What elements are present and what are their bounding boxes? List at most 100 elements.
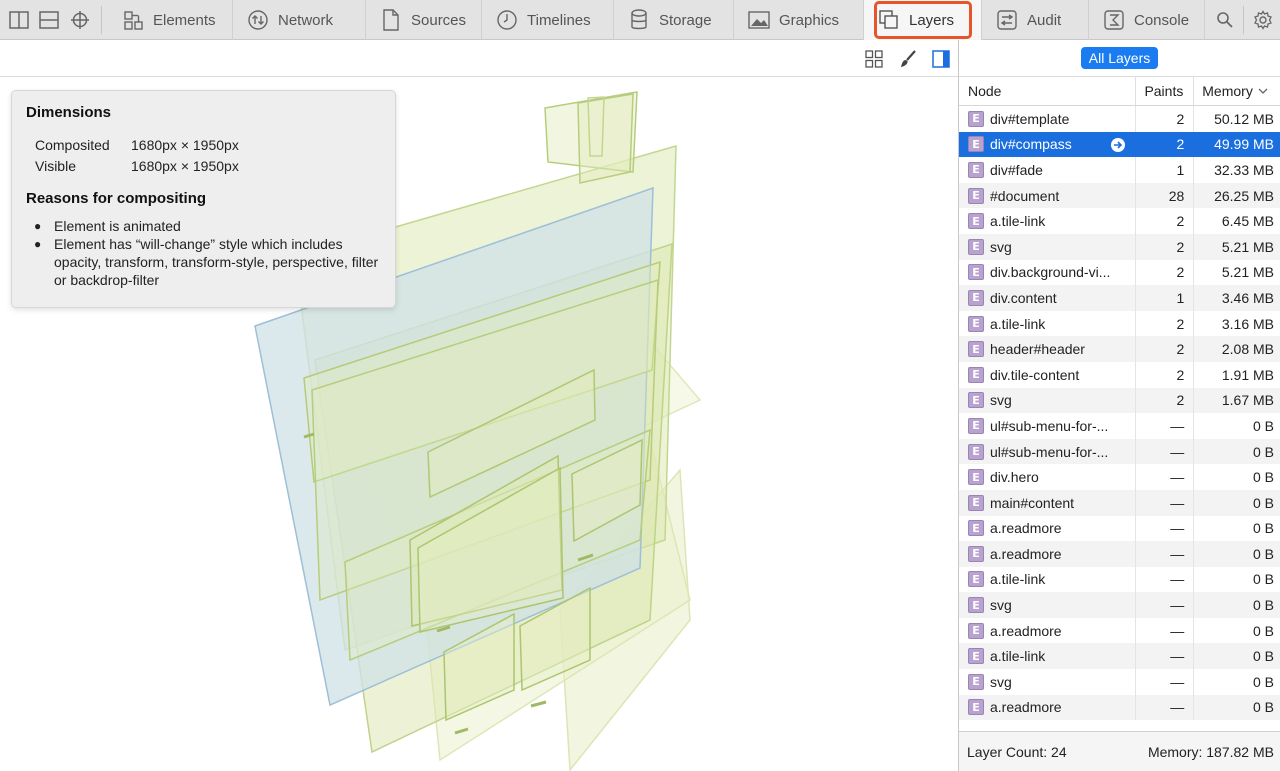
composited-label: Composited (35, 137, 110, 153)
all-layers-button[interactable]: All Layers (1080, 47, 1159, 69)
table-row[interactable]: Esvg 2 5.21 MB (959, 233, 1280, 260)
table-row[interactable]: Ediv.content 1 3.46 MB (959, 285, 1280, 311)
node-name: a.readmore (990, 699, 1062, 716)
paint-brush-icon[interactable] (897, 48, 919, 70)
memory-cell: 26.25 MB (1214, 187, 1275, 204)
memory-cell: 0 B (1253, 520, 1275, 537)
node-name: ul#sub-menu-for-... (990, 443, 1109, 460)
gear-icon[interactable] (1252, 9, 1274, 31)
table-row[interactable]: Ea.readmore —0 B (959, 617, 1280, 644)
node-cell: Eheader#header (959, 336, 1137, 362)
node-name: a.readmore (990, 622, 1062, 639)
graphics-icon (748, 9, 770, 31)
tab-elements[interactable]: Elements (108, 0, 233, 40)
tab-label: Graphics (779, 11, 840, 29)
column-header-paints[interactable]: Paints (1136, 77, 1195, 105)
node-name: a.readmore (990, 520, 1062, 537)
table-row[interactable]: Ea.readmore —0 B (959, 541, 1280, 567)
tab-console[interactable]: Console (1089, 0, 1205, 40)
paints-cell: 2 (1136, 233, 1195, 260)
table-row[interactable]: Ediv#fade 1 32.33 MB (959, 157, 1280, 183)
node-name: div.content (990, 289, 1057, 306)
timelines-icon (496, 9, 518, 31)
chevron-down-icon (1258, 88, 1268, 95)
inspect-crosshair-icon[interactable] (69, 9, 91, 31)
table-row[interactable]: Emain#content —0 B (959, 489, 1280, 516)
node-cell: Eul#sub-menu-for-... (959, 413, 1137, 439)
tab-label: Storage (659, 11, 712, 29)
node-name: div.hero (990, 469, 1039, 486)
reason-text: Element has “will-change” style which in… (54, 236, 379, 288)
table-row[interactable]: Ediv#compass 2 49.99 MB (959, 131, 1280, 158)
node-cell: Esvg (959, 669, 1137, 695)
node-name: #document (990, 187, 1060, 204)
node-name: a.tile-link (990, 571, 1046, 588)
sidebar-toggle-icon[interactable] (930, 48, 952, 70)
tab-label: Layers (909, 11, 955, 29)
reason-item: ● Element is animated (26, 217, 381, 235)
table-row[interactable]: Ea.tile-link —0 B (959, 643, 1280, 670)
table-row[interactable]: Ea.tile-link 2 6.45 MB (959, 208, 1280, 234)
node-name: div#compass (990, 136, 1072, 153)
tab-sources[interactable]: Sources (366, 0, 482, 40)
table-row[interactable]: Ea.readmore —0 B (959, 515, 1280, 542)
memory-cell: 0 B (1253, 469, 1275, 486)
tab-layers[interactable]: Layers (864, 0, 982, 40)
table-row[interactable]: Ediv.tile-content 2 1.91 MB (959, 361, 1280, 388)
table-row[interactable]: Eul#sub-menu-for-... —0 B (959, 438, 1280, 465)
elements-icon (122, 9, 144, 31)
tab-network[interactable]: Network (233, 0, 366, 40)
memory-cell: 0 B (1253, 622, 1275, 639)
table-row[interactable]: E #document 28 26.25 MB (959, 182, 1280, 209)
element-icon: E (968, 417, 984, 434)
node-name: svg (990, 597, 1012, 614)
tab-label: Timelines (527, 11, 591, 29)
element-icon: E (968, 110, 984, 127)
table-row[interactable]: Ediv.background-vi... 2 5.21 MB (959, 259, 1280, 286)
node-name: div#fade (990, 161, 1043, 178)
table-row[interactable]: Esvg —0 B (959, 592, 1280, 618)
table-row[interactable]: Ediv.hero —0 B (959, 464, 1280, 490)
node-name: div#template (990, 110, 1070, 127)
element-icon: E (968, 597, 984, 614)
table-row[interactable]: Ediv#template 2 50.12 MB (959, 106, 1280, 132)
dock-bottom-icon[interactable] (38, 9, 60, 31)
memory-cell: 0 B (1253, 417, 1275, 434)
column-header-node[interactable]: Node (959, 77, 1137, 105)
tab-bar: Elements Network Sources Timelines Stora… (0, 0, 1280, 40)
memory-cell: 0 B (1253, 494, 1275, 511)
grid-view-icon[interactable] (863, 48, 885, 70)
layers-footer: Layer Count: 24 Memory: 187.82 MB (959, 731, 1280, 771)
node-name: main#content (990, 494, 1075, 511)
memory-cell: 3.16 MB (1221, 315, 1275, 332)
table-row[interactable]: Eheader#header 2 2.08 MB (959, 336, 1280, 362)
go-to-arrow-icon[interactable] (1111, 137, 1126, 152)
table-header: Node Paints Memory (959, 77, 1280, 106)
node-cell: Emain#content (959, 489, 1137, 516)
tab-audit[interactable]: Audit (982, 0, 1089, 40)
column-header-memory[interactable]: Memory (1194, 77, 1280, 105)
table-row[interactable]: Ea.tile-link 2 3.16 MB (959, 310, 1280, 337)
search-icon[interactable] (1214, 9, 1236, 31)
layers-icon (878, 9, 900, 31)
memory-cell: 50.12 MB (1214, 110, 1275, 127)
element-icon: E (968, 699, 984, 716)
table-row[interactable]: Ea.tile-link —0 B (959, 566, 1280, 593)
table-row[interactable]: Esvg 2 1.67 MB (959, 387, 1280, 414)
dock-side-icon[interactable] (8, 9, 30, 31)
table-row[interactable]: Esvg —0 B (959, 669, 1280, 695)
tab-timelines[interactable]: Timelines (482, 0, 614, 40)
node-cell: Ea.readmore (959, 694, 1137, 721)
element-icon: E (968, 622, 984, 639)
node-cell: Ediv.hero (959, 464, 1137, 490)
node-name: svg (990, 392, 1012, 409)
console-icon (1103, 9, 1125, 31)
memory-cell: 0 B (1253, 545, 1275, 562)
tab-graphics[interactable]: Graphics (734, 0, 864, 40)
table-row[interactable]: Ea.readmore —0 B (959, 694, 1280, 721)
table-row[interactable]: Eul#sub-menu-for-... —0 B (959, 413, 1280, 439)
toolbar-divider (101, 6, 102, 34)
memory-cell: 0 B (1253, 699, 1275, 716)
tab-storage[interactable]: Storage (614, 0, 734, 40)
node-cell: Ediv#template (959, 106, 1137, 132)
